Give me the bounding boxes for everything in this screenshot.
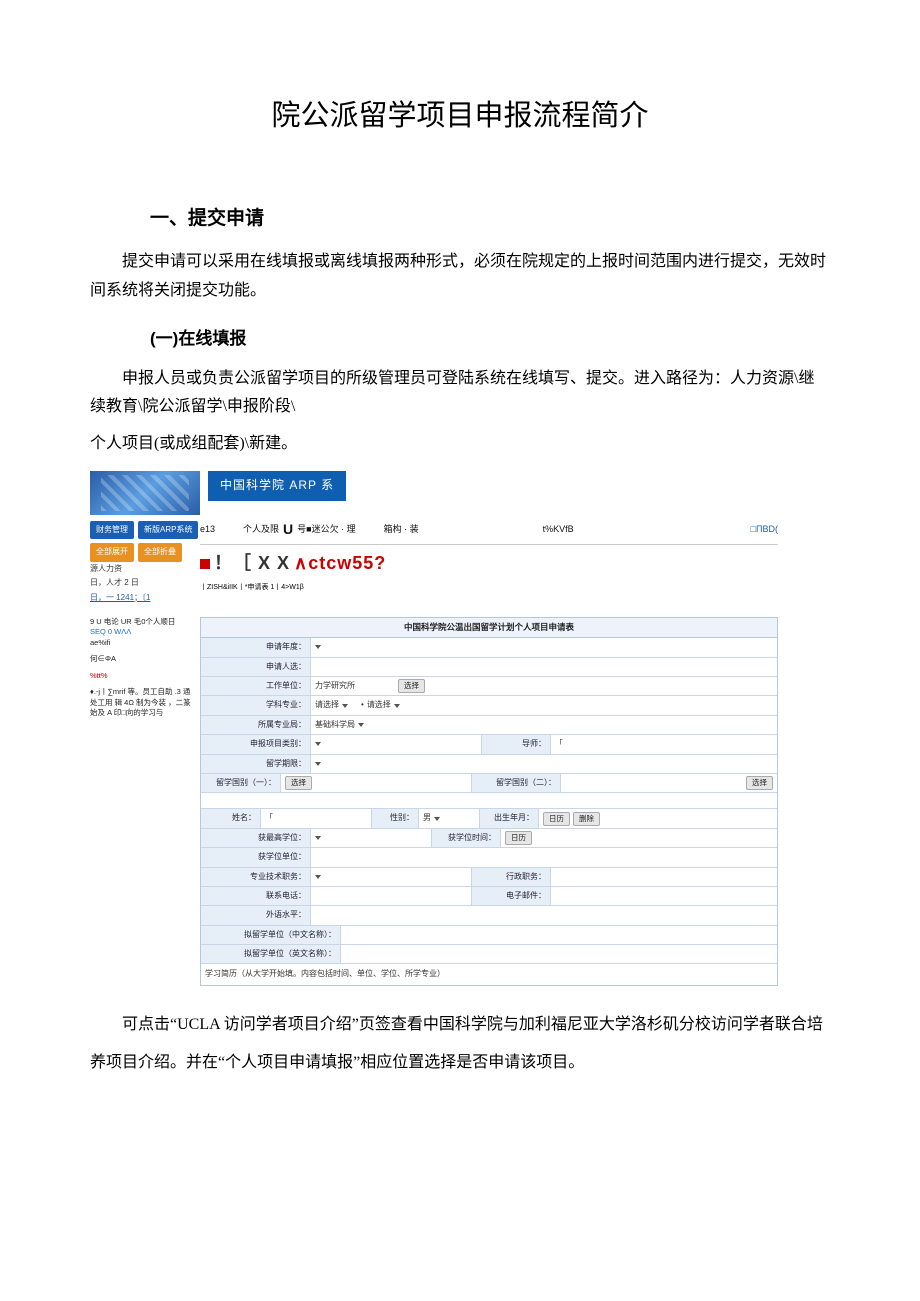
label-subject: 学科专业： [201, 696, 311, 714]
side-p1c: ae%ifi [90, 638, 110, 647]
caret-icon [315, 645, 321, 649]
clear-button-birth[interactable]: 删除 [573, 812, 600, 826]
caret-icon [394, 704, 400, 708]
section-heading-1: 一、提交申请 [150, 202, 830, 236]
label-duration: 留学期限： [201, 755, 311, 773]
label-country1: 留学国别（一）： [201, 774, 281, 792]
label-name: 姓名： [201, 809, 261, 827]
left-link-1[interactable]: 日，一 1241；〔1 [90, 593, 150, 602]
label-edu-time: 获学位时间： [431, 829, 501, 847]
label-highest-edu: 获最高学位： [201, 829, 311, 847]
paragraph-ucla: 可点击“UCLA 访问学者项目介绍”页签查看中国科学院与加利福尼亚大学洛杉矶分校… [90, 1006, 830, 1083]
select-base[interactable]: 基础科学局 [315, 718, 364, 732]
left-text-2: 日，人才 2 日 [90, 576, 200, 590]
caret-icon [315, 875, 321, 879]
select-button[interactable]: 选择 [398, 679, 425, 693]
date-button-birth[interactable]: 日历 [543, 812, 570, 826]
mid-link-right[interactable]: □ПВD( [751, 521, 778, 537]
select-country2-button[interactable]: 选择 [746, 776, 773, 790]
side-p1b: SEQ 0 WΛΛ [90, 627, 131, 636]
screenshot-sidebar: 9 U 电论 UR 毛0个人顺日 SEQ 0 WΛΛ ae%ifi 何∈ΦA %… [90, 617, 200, 986]
form-footnote: 学习简历（从大学开始填。内容包括时间、单位、学位、所学专业） [201, 964, 777, 984]
label-work-unit: 工作单位： [201, 677, 311, 695]
red-square-icon [200, 559, 210, 569]
side-p1a: 9 U 电论 UR 毛0个人顺日 [90, 617, 175, 626]
nav-finance[interactable]: 财务管理 [90, 521, 134, 539]
select-subject-2[interactable]: 请选择 [367, 698, 400, 712]
nav-new-arp[interactable]: 新版ARP系统 [138, 521, 198, 539]
select-highest-edu[interactable] [315, 836, 321, 840]
nav-collapse-all[interactable]: 全部折叠 [138, 543, 182, 561]
label-inst-en: 拟留学单位（英文名称）： [201, 945, 341, 963]
select-duration[interactable] [315, 762, 321, 766]
caret-icon [315, 742, 321, 746]
paragraph-intro: 提交申请可以采用在线填报或离线填报两种形式，必须在院规定的上报时间范围内进行提交… [90, 248, 830, 306]
label-tech-title: 专业技术职务： [201, 868, 311, 886]
label-lang: 外语水平： [201, 906, 311, 924]
mid-text-d: 箱构 · 装 [384, 521, 419, 537]
label-base: 所属专业局： [201, 716, 311, 734]
garbled-heading: ！［ X X ∧ctcw55? [200, 545, 778, 583]
side-p2: 何∈ΦA [90, 654, 194, 665]
label-email: 电子邮件： [471, 887, 551, 905]
subsection-heading-1: (一)在线填报 [150, 324, 830, 355]
doc-title: 院公派留学项目申报流程简介 [90, 90, 830, 142]
label-gender: 性别： [371, 809, 419, 827]
nav-expand-all[interactable]: 全部展开 [90, 543, 134, 561]
label-birth: 出生年月： [479, 809, 539, 827]
embedded-screenshot: 中国科学院 ARP 系 财务管理 新版ARP系统 全部展开 全部折叠 源人力资 … [90, 471, 778, 986]
mid-code-1: e13 [200, 521, 215, 537]
label-tutor: 导师： [481, 735, 551, 753]
mid-text-b: 个人及限 [243, 521, 279, 537]
label-year: 申请年度： [201, 638, 311, 656]
application-form: 中国科学院公温出国留学计划个人项目申请表 申请年度： 申请人选： 工作单位： 力… [200, 617, 778, 986]
mid-text-c: 号■迷公欠 · 理 [297, 521, 355, 537]
paragraph-path-1: 申报人员或负责公派留学项目的所级管理员可登陆系统在线填写、提交。进入路径为：人力… [90, 365, 830, 423]
caret-icon [434, 817, 440, 821]
label-country2: 留学国别（二）： [471, 774, 561, 792]
form-title: 中国科学院公温出国留学计划个人项目申请表 [201, 618, 777, 638]
garble-big: ！［ X X [214, 547, 290, 579]
side-p3: %tt% [90, 671, 194, 682]
label-category: 申报项目类别： [201, 735, 311, 753]
label-edu-unit: 获学位单位： [201, 848, 311, 866]
left-text-1: 源人力资 [90, 562, 200, 576]
select-gender[interactable]: 男 [423, 811, 440, 825]
arp-system-banner: 中国科学院 ARP 系 [208, 471, 346, 501]
select-tech-title[interactable] [315, 875, 321, 879]
caret-icon [342, 704, 348, 708]
date-button-edu[interactable]: 日历 [505, 831, 532, 845]
logo-image [90, 471, 200, 515]
caret-icon [358, 723, 364, 727]
paragraph-path-2: 个人项目(或成组配套)\新建。 [90, 430, 830, 459]
u-icon: U [283, 517, 293, 542]
caret-icon [315, 762, 321, 766]
value-work-unit: 力学研究所 [315, 679, 355, 693]
select-category[interactable] [315, 742, 321, 746]
caret-icon [315, 836, 321, 840]
label-admin-title: 行政职务： [471, 868, 551, 886]
select-country1-button[interactable]: 选择 [285, 776, 312, 790]
select-year[interactable] [315, 645, 321, 649]
mid-text-e: t%KVfB [543, 521, 574, 537]
label-applicant: 申请人选： [201, 658, 311, 676]
label-inst-cn: 拟留学单位（中文名称）： [201, 926, 341, 944]
label-phone: 联系电话： [201, 887, 311, 905]
select-subject-1[interactable]: 请选择 [315, 698, 348, 712]
garble-tail: ∧ctcw55? [294, 547, 386, 579]
side-p4: ♦.-j丨∑mrif 等。员工自助 .3 通处工用 辑 4Ω 制为今装 ，二篆始… [90, 687, 194, 719]
garble-sub: 丨ZISH&iIIK丨*申请表 1丨4>W1β [200, 582, 778, 595]
